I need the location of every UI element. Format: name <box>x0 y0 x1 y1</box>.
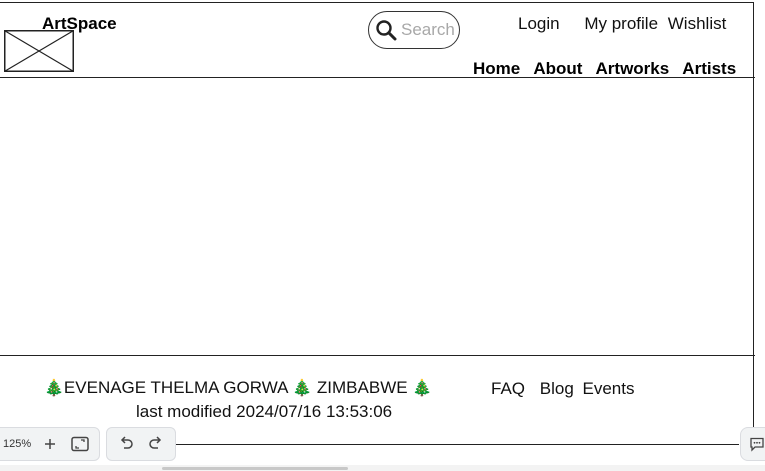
footer-divider <box>0 355 755 356</box>
my-profile-link[interactable]: My profile <box>584 14 658 33</box>
faq-link[interactable]: FAQ <box>491 379 525 398</box>
main-nav: Home About Artworks Artists <box>473 59 736 79</box>
search-icon[interactable] <box>375 19 397 41</box>
events-link[interactable]: Events <box>583 379 635 398</box>
nav-artists[interactable]: Artists <box>682 59 736 78</box>
canvas-edge-line <box>166 444 739 445</box>
scrollbar-thumb[interactable] <box>162 467 348 470</box>
nav-home[interactable]: Home <box>473 59 520 78</box>
nav-artworks[interactable]: Artworks <box>596 59 670 78</box>
search-input[interactable] <box>401 20 459 40</box>
footer-credit: 🎄EVENAGE THELMA GORWA 🎄 ZIMBABWE 🎄 <box>44 378 432 398</box>
history-controls <box>106 427 177 461</box>
redo-icon[interactable] <box>141 429 171 459</box>
login-link[interactable]: Login <box>518 14 560 33</box>
last-modified-text: last modified 2024/07/16 13:53:06 <box>136 402 393 421</box>
christmas-tree-icon: 🎄 <box>292 378 313 397</box>
zoom-controls: 125% <box>0 427 101 461</box>
christmas-tree-icon: 🎄 <box>44 378 64 397</box>
christmas-tree-icon: 🎄 <box>412 378 433 397</box>
zoom-level[interactable]: 125% <box>0 438 35 450</box>
logo-placeholder-icon <box>4 30 74 72</box>
plus-icon[interactable] <box>35 429 65 459</box>
editor-toolbar: 125% <box>0 426 182 462</box>
undo-icon[interactable] <box>111 429 141 459</box>
horizontal-scrollbar[interactable] <box>0 465 765 471</box>
blog-link[interactable]: Blog <box>540 379 574 398</box>
footer-author-name: EVENAGE THELMA GORWA <box>63 378 288 397</box>
search-box[interactable] <box>368 11 460 49</box>
fit-screen-icon[interactable] <box>65 429 95 459</box>
nav-about[interactable]: About <box>533 59 582 78</box>
wishlist-link[interactable]: Wishlist <box>668 14 727 33</box>
footer-links: FAQ Blog Events <box>491 379 635 399</box>
footer-country: ZIMBABWE <box>316 378 408 397</box>
comment-icon[interactable] <box>740 427 765 461</box>
account-links: Login My profile Wishlist <box>518 14 726 34</box>
